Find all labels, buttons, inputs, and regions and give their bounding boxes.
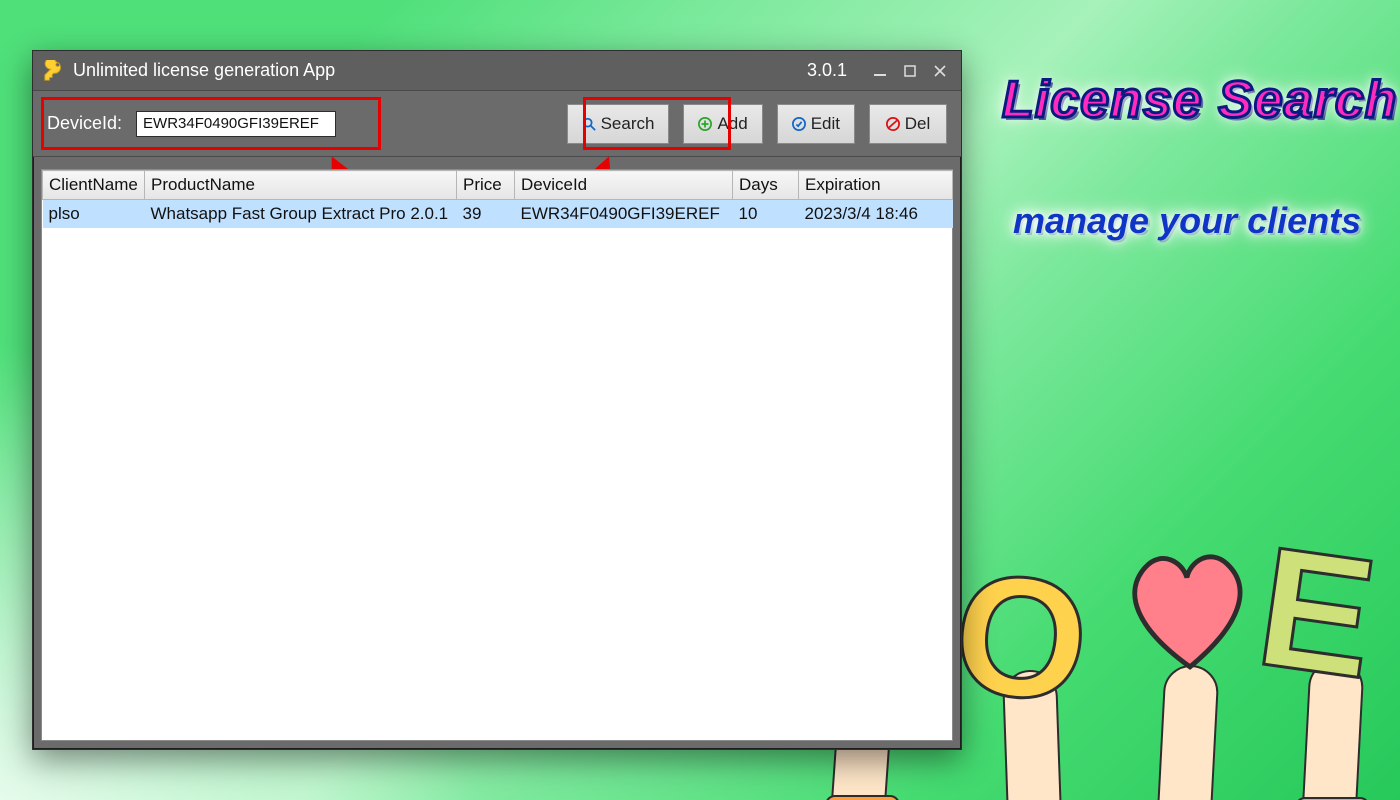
col-clientname[interactable]: ClientName <box>43 171 145 200</box>
search-button[interactable]: Search <box>567 104 670 144</box>
deviceid-label: DeviceId: <box>47 113 122 134</box>
add-button[interactable]: Add <box>683 104 762 144</box>
cell-expiration: 2023/3/4 18:46 <box>799 200 953 229</box>
deviceid-input[interactable] <box>136 111 336 137</box>
maximize-button[interactable] <box>895 59 925 83</box>
cell-price: 39 <box>457 200 515 229</box>
window-version: 3.0.1 <box>807 60 847 81</box>
cell-clientname: plso <box>43 200 145 229</box>
col-price[interactable]: Price <box>457 171 515 200</box>
cell-days: 10 <box>733 200 799 229</box>
cell-deviceid: EWR34F0490GFI39EREF <box>515 200 733 229</box>
promo-title: License Search <box>1002 70 1392 130</box>
col-productname[interactable]: ProductName <box>145 171 457 200</box>
key-icon <box>43 60 65 82</box>
add-button-label: Add <box>717 114 747 134</box>
edit-icon <box>792 117 806 131</box>
delete-icon <box>886 117 900 131</box>
search-icon <box>582 117 596 131</box>
close-button[interactable] <box>925 59 955 83</box>
license-grid[interactable]: ClientName ProductName Price DeviceId Da… <box>41 169 953 741</box>
promo-subtitle: manage your clients <box>1013 200 1400 242</box>
delete-button[interactable]: Del <box>869 104 947 144</box>
titlebar[interactable]: Unlimited license generation App 3.0.1 <box>33 51 961 91</box>
col-days[interactable]: Days <box>733 171 799 200</box>
col-expiration[interactable]: Expiration <box>799 171 953 200</box>
edit-button[interactable]: Edit <box>777 104 855 144</box>
plus-icon <box>698 117 712 131</box>
app-window: Unlimited license generation App 3.0.1 D… <box>32 50 962 750</box>
col-deviceid[interactable]: DeviceId <box>515 171 733 200</box>
window-title: Unlimited license generation App <box>73 60 335 81</box>
delete-button-label: Del <box>905 114 931 134</box>
table-row[interactable]: plso Whatsapp Fast Group Extract Pro 2.0… <box>43 200 953 229</box>
toolbar: DeviceId: Search Add Edit <box>33 91 961 157</box>
search-button-label: Search <box>601 114 655 134</box>
cell-productname: Whatsapp Fast Group Extract Pro 2.0.1 <box>145 200 457 229</box>
minimize-button[interactable] <box>865 59 895 83</box>
edit-button-label: Edit <box>811 114 840 134</box>
